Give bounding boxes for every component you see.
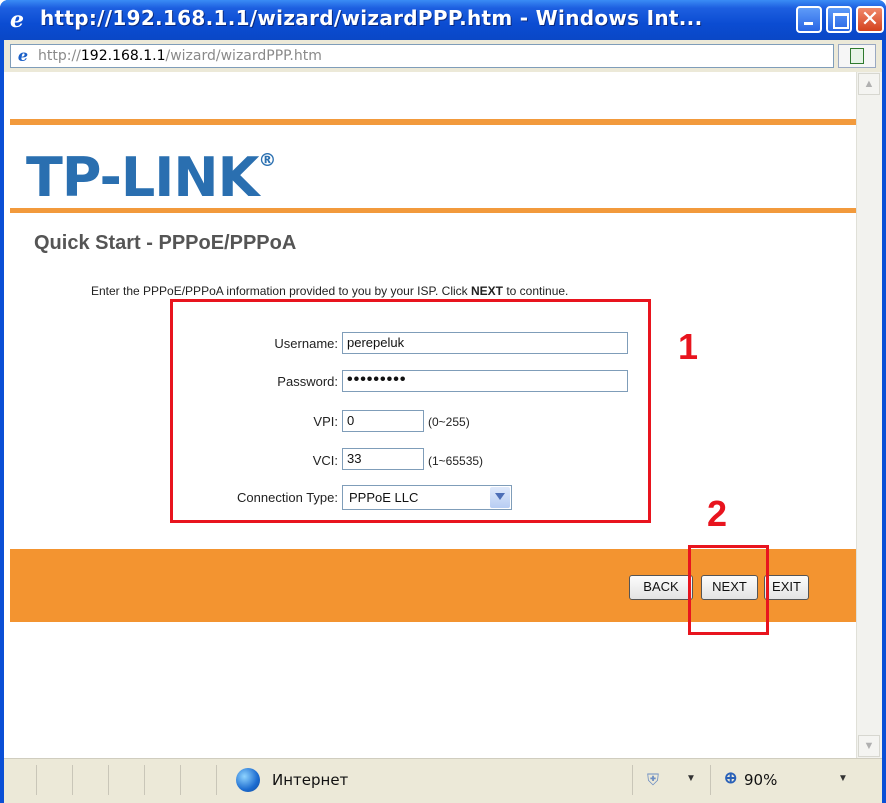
address-field[interactable]: e http://192.168.1.1/wizard/wizardPPP.ht… <box>10 44 834 68</box>
header-divider-top <box>10 119 856 125</box>
zoom-icon[interactable]: ⊕ <box>724 770 742 788</box>
scroll-up-icon[interactable]: ▲ <box>858 73 880 95</box>
zoom-level[interactable]: 90% <box>744 771 777 789</box>
status-divider <box>710 765 711 795</box>
compatibility-view-icon[interactable] <box>838 44 876 68</box>
annotation-number-1: 1 <box>678 326 699 367</box>
page-content: TP-LINK® Quick Start - PPPoE/PPPoA Enter… <box>4 72 856 758</box>
vertical-scrollbar[interactable]: ▲ ▼ <box>856 72 882 758</box>
status-divider <box>216 765 217 795</box>
status-bar: Интернет ⛨ ▼ ⊕ 90% ▼ <box>4 758 882 803</box>
internet-explorer-icon: e <box>10 7 24 33</box>
title-bar[interactable]: e http://192.168.1.1/wizard/wizardPPP.ht… <box>0 0 886 40</box>
browser-window: e http://192.168.1.1/wizard/wizardPPP.ht… <box>0 0 886 803</box>
page-title: Quick Start - PPPoE/PPPoA <box>34 232 297 254</box>
status-divider <box>632 765 633 795</box>
status-divider <box>72 765 73 795</box>
back-button[interactable]: BACK <box>629 575 693 600</box>
maximize-button[interactable] <box>826 6 852 33</box>
instruction-text: Enter the PPPoE/PPPoA information provid… <box>91 284 569 298</box>
address-bar: e http://192.168.1.1/wizard/wizardPPP.ht… <box>4 40 882 72</box>
tplink-logo: TP-LINK® <box>26 146 276 209</box>
page-icon: e <box>17 46 29 65</box>
security-zone-label: Интернет <box>272 771 349 789</box>
annotation-box-next <box>688 545 769 635</box>
window-title: http://192.168.1.1/wizard/wizardPPP.htm … <box>40 6 703 30</box>
close-button[interactable]: ✕ <box>856 6 884 33</box>
annotation-box-form <box>170 299 651 523</box>
address-text: http://192.168.1.1/wizard/wizardPPP.htm <box>38 48 322 64</box>
status-divider <box>180 765 181 795</box>
internet-zone-globe-icon <box>236 768 260 792</box>
close-icon: ✕ <box>860 7 880 32</box>
scroll-down-icon[interactable]: ▼ <box>858 735 880 757</box>
status-divider <box>108 765 109 795</box>
zoom-dropdown-icon[interactable]: ▼ <box>838 773 848 784</box>
chevron-down-icon[interactable]: ▼ <box>686 773 696 784</box>
header-divider-bottom <box>10 208 856 213</box>
exit-button[interactable]: EXIT <box>764 575 809 600</box>
protected-mode-icon[interactable]: ⛨ <box>647 772 667 790</box>
minimize-button[interactable] <box>796 6 822 33</box>
status-divider <box>36 765 37 795</box>
annotation-number-2: 2 <box>707 493 728 534</box>
status-divider <box>144 765 145 795</box>
